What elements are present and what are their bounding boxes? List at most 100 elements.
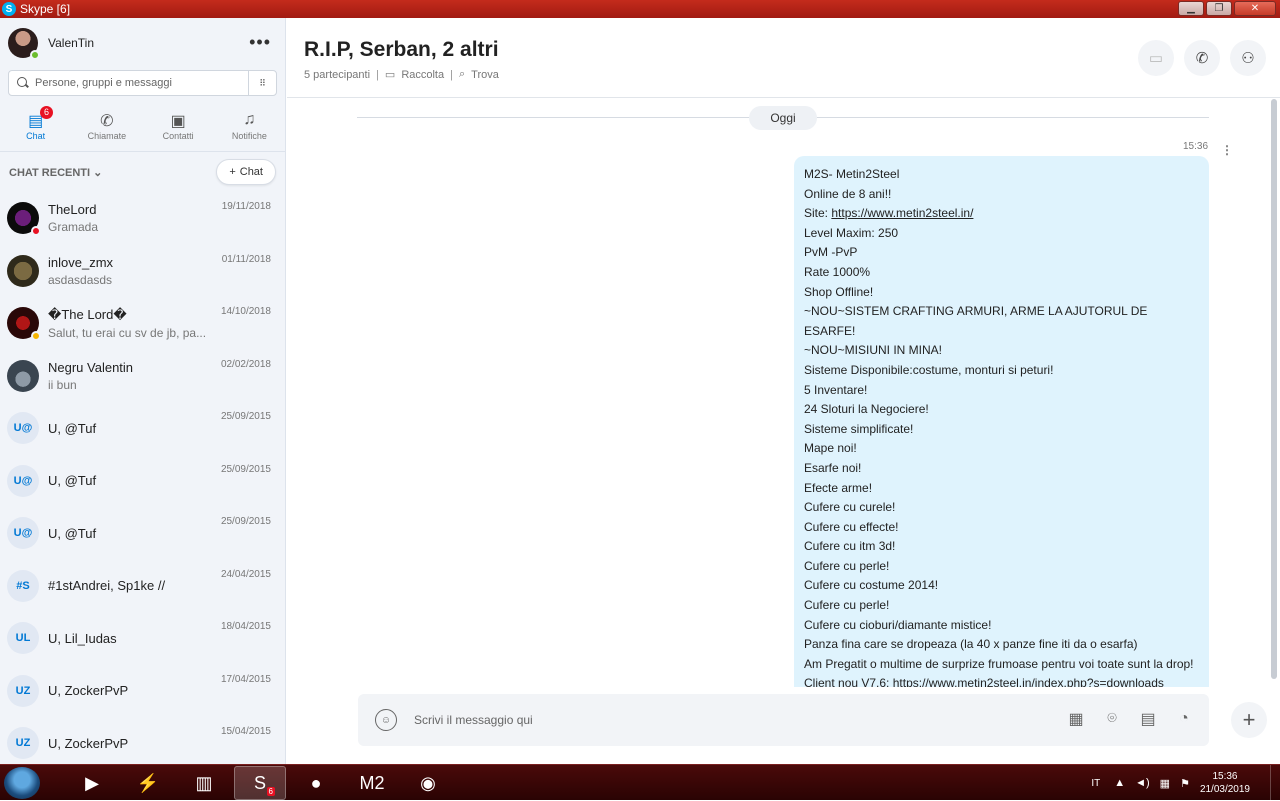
emoji-icon[interactable]: ☺ [375, 709, 397, 731]
language-indicator[interactable]: IT [1091, 778, 1100, 789]
scrollbar-thumb[interactable] [1271, 99, 1277, 679]
chat-list-item[interactable]: UZ U, ZockerPvP 15/04/2015 [0, 717, 285, 770]
chat-name: U, Lil_Iudas [48, 630, 117, 646]
chat-list-item[interactable]: U@ U, @Tuf 25/09/2015 [0, 507, 285, 560]
phone-icon: ✆ [100, 112, 114, 130]
chat-date: 25/09/2015 [220, 411, 271, 422]
message-link[interactable]: https://www.metin2steel.in/index.php?s=d… [893, 676, 1164, 687]
profile-header: ValenTin ••• [0, 18, 285, 68]
add-people-button[interactable]: ⚇ [1230, 40, 1266, 76]
chat-list-item[interactable]: inlove_zmx asdasdasds 01/11/2018 [0, 245, 285, 298]
tab-contacts[interactable]: ▣ Contatti [143, 100, 214, 151]
system-tray: IT ▲ ◄) ▦ ⚑ 15:36 21/03/2019 [1091, 765, 1280, 801]
avatar-initials: UZ [7, 674, 39, 707]
chat-date: 25/09/2015 [220, 516, 271, 527]
message-line: Level Maxim: 250 [804, 225, 899, 240]
gallery-icon: ▭ [384, 69, 396, 81]
tab-chat[interactable]: ▤ 6 Chat [0, 100, 71, 151]
find-link[interactable]: Trova [471, 69, 499, 81]
avatar-initials: U@ [7, 464, 39, 497]
volume-icon[interactable]: ◄) [1135, 777, 1150, 789]
conversation-pane: R.I.P, Serban, 2 altri 5 partecipanti | … [287, 18, 1280, 764]
clock[interactable]: 15:36 21/03/2019 [1200, 770, 1250, 796]
busy-status-icon [31, 226, 41, 237]
show-desktop-button[interactable] [1270, 765, 1280, 801]
chat-preview: Salut, tu erai cu sv de jb, pa... [48, 325, 207, 340]
taskbar-app-icon[interactable]: ⚡ [122, 766, 174, 800]
search-input[interactable] [35, 77, 235, 89]
more-actions-button[interactable]: + [1231, 702, 1267, 738]
conversation-subheader: 5 partecipanti | ▭ Raccolta | ⌕ Trova [304, 68, 499, 81]
taskbar-recorder-icon[interactable]: ◉ [402, 766, 454, 800]
video-call-button[interactable]: ▭ [1138, 40, 1174, 76]
recent-chats-dropdown[interactable]: CHAT RECENTI ⌄ [9, 166, 102, 179]
taskbar-firefox-icon[interactable]: ● [290, 766, 342, 800]
clock-date: 21/03/2019 [1199, 784, 1250, 795]
audio-call-button[interactable]: ✆ [1184, 40, 1220, 76]
message-line: Cufere cu perle! [804, 558, 890, 573]
start-button[interactable] [4, 767, 40, 799]
chat-date: 02/02/2018 [220, 358, 271, 370]
chat-list-item[interactable]: Negru Valentin ii bun 02/02/2018 [0, 350, 285, 403]
close-button[interactable]: ✕ [1234, 1, 1276, 16]
message-line: Panza fina care se dropeaza (la 40 x pan… [804, 637, 1138, 652]
chat-list-item[interactable]: �The Lord� Salut, tu erai cu sv de jb, pa… [0, 297, 285, 350]
participants-link[interactable]: 5 partecipanti [304, 69, 370, 81]
plus-icon: + [1242, 707, 1256, 732]
message-line: Shop Offline! [804, 284, 874, 299]
taskbar-media-player-icon[interactable]: ▶ [66, 766, 118, 800]
restore-button[interactable]: ❐ [1206, 1, 1232, 16]
dialpad-icon[interactable]: ⠿ [248, 71, 276, 95]
chat-list-item[interactable]: U@ U, @Tuf 25/09/2015 [0, 402, 285, 455]
my-avatar[interactable] [8, 28, 40, 60]
chat-date: 14/10/2018 [220, 306, 271, 317]
minimize-button[interactable]: ▁ [1178, 1, 1204, 16]
new-chat-button[interactable]: + Chat [216, 159, 276, 185]
message-line: Rate 1000% [804, 264, 871, 279]
video-camera-icon: ▭ [1148, 50, 1164, 67]
taskbar-explorer-icon[interactable]: ▥ [178, 766, 230, 800]
chat-preview: Gramada [48, 220, 99, 235]
message-line: Efecte arme! [804, 480, 873, 495]
tab-notifications[interactable]: ♫ Notifiche [214, 100, 285, 151]
contact-card-icon[interactable]: ▤ [1137, 708, 1159, 730]
chat-list-item[interactable]: UZ U, ZockerPvP 17/04/2015 [0, 665, 285, 718]
message-line: Esarfe noi! [804, 460, 862, 475]
chat-list-item[interactable]: U@ U, @Tuf 25/09/2015 [0, 455, 285, 508]
chat-date: 01/11/2018 [221, 253, 271, 265]
composer-actions: ▦ ⌾ ▤ ◔ [1065, 708, 1195, 730]
network-icon[interactable]: ▦ [1160, 777, 1170, 790]
call-controls: ▭ ✆ ⚇ [1138, 40, 1266, 76]
taskbar-skype-icon[interactable]: S6 [234, 766, 286, 800]
tab-calls[interactable]: ✆ Chiamate [71, 100, 142, 151]
gallery-link[interactable]: Raccolta [401, 69, 444, 81]
taskbar-game-icon[interactable]: M2 [346, 766, 398, 800]
chat-list-item[interactable]: TheLord Gramada 19/11/2018 [0, 192, 285, 245]
chat-list-item[interactable]: #S #1stAndrei, Sp1ke // 24/04/2015 [0, 560, 285, 613]
chat-name: #1stAndrei, Sp1ke // [48, 578, 166, 594]
conversation-title[interactable]: R.I.P, Serban, 2 altri [304, 18, 1280, 62]
scrollbar[interactable] [1270, 99, 1278, 687]
plus-icon: + [229, 166, 236, 178]
message-line: Cufere cu curele! [804, 500, 896, 515]
media-gallery-icon[interactable]: ▦ [1065, 708, 1087, 730]
message-options-icon[interactable]: ⋮ [1221, 143, 1233, 157]
poll-icon[interactable]: ◔ [1173, 708, 1195, 730]
message-link[interactable]: https://www.metin2steel.in/ [831, 206, 973, 220]
message-line: ~NOU~MISIUNI IN MINA! [804, 343, 943, 358]
tray-arrow-icon[interactable]: ▲ [1114, 777, 1125, 789]
chat-name: U, ZockerPvP [48, 683, 129, 699]
message-line: 5 Inventare! [804, 382, 868, 397]
window-title: Skype [6] [20, 2, 71, 16]
message-line: M2S- Metin2Steel [804, 167, 900, 181]
chat-date: 19/11/2018 [221, 201, 271, 212]
profile-name[interactable]: ValenTin [48, 36, 94, 50]
message-input[interactable] [414, 713, 1034, 727]
search-box: ⠿ [8, 70, 277, 96]
chat-date: 15/04/2015 [220, 726, 271, 737]
location-icon[interactable]: ⌾ [1101, 708, 1123, 730]
chat-list-item[interactable]: UL U, Lil_Iudas 18/04/2015 [0, 612, 285, 665]
action-center-icon[interactable]: ⚑ [1180, 777, 1190, 790]
more-options-icon[interactable]: ••• [249, 32, 271, 53]
message-bubble[interactable]: M2S- Metin2Steel Online de 8 ani!! Site: h… [794, 156, 1209, 687]
